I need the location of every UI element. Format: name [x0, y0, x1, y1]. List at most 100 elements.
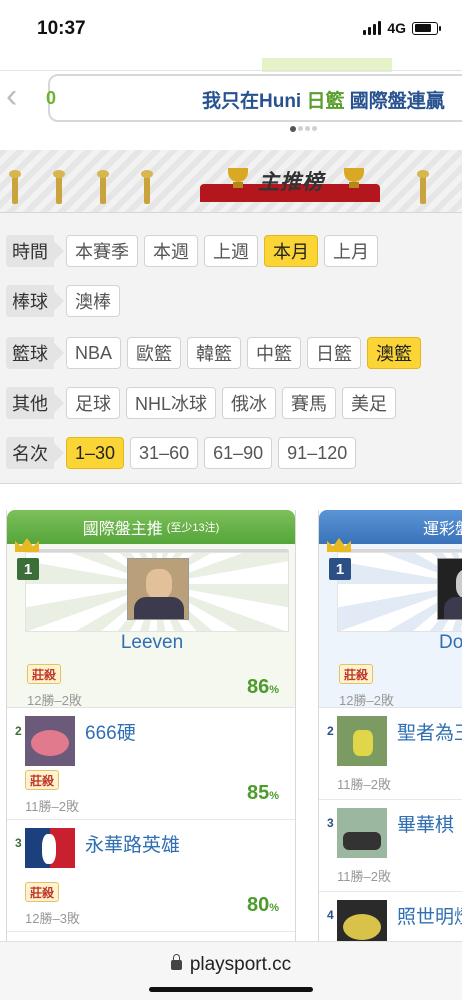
chip-soccer[interactable]: 足球	[66, 387, 120, 419]
lottery-column: 運彩盤主推 1 Do 莊殺 12勝–2敗 2 聖者為王 11勝–2敗 3 畢華棋…	[318, 510, 462, 941]
avatar[interactable]	[25, 716, 75, 766]
list-item[interactable]: 2 666硬 莊殺 11勝–2敗 85%	[7, 708, 295, 820]
win-loss-record: 11勝–2敗	[337, 869, 391, 884]
filter-row-baseball: 棒球 澳棒	[6, 285, 126, 317]
network-type: 4G	[387, 20, 406, 36]
filter-panel: 時間 本賽季 本週 上週 本月 上月 棒球 澳棒 籃球 NBA 歐籃 韓籃 中籃…	[0, 212, 462, 484]
chip-american-football[interactable]: 美足	[342, 387, 397, 419]
filter-label-other: 其他	[6, 387, 64, 419]
lottery-top-card[interactable]: 1 Do 莊殺 12勝–2敗	[319, 538, 462, 708]
chip-aus-basketball[interactable]: 澳籃	[367, 337, 422, 369]
filter-label-baseball: 棒球	[6, 285, 64, 317]
banner-text-c: 國際盤連贏	[349, 91, 445, 112]
top-user-name[interactable]: Do	[439, 632, 462, 654]
chip-euro-basketball[interactable]: 歐籃	[127, 337, 182, 369]
user-name[interactable]: 照世明燈	[397, 902, 462, 929]
list-item[interactable]: 3 永華路英雄 莊殺 12勝–3敗 80%	[7, 820, 295, 932]
lock-icon	[170, 954, 182, 970]
filter-row-time: 時間 本賽季 本週 上週 本月 上月	[6, 235, 384, 267]
mlb-logo-avatar[interactable]	[25, 828, 75, 878]
avatar[interactable]	[337, 900, 387, 941]
intl-top-card[interactable]: 1 Leeven 莊殺 12勝–2敗 86%	[7, 538, 297, 708]
rank-number: 4	[327, 908, 334, 922]
filter-row-rank: 名次 1–30 31–60 61–90 91–120	[6, 437, 362, 469]
chip-this-week[interactable]: 本週	[144, 235, 198, 267]
status-indicators: 4G	[363, 20, 441, 36]
home-indicator[interactable]	[149, 987, 313, 992]
chip-rank-31-60[interactable]: 31–60	[130, 437, 199, 469]
intl-header-title: 國際盤主推	[82, 521, 163, 538]
chip-this-month[interactable]: 本月	[264, 235, 318, 267]
chip-last-week[interactable]: 上週	[204, 235, 258, 267]
win-percentage: 86%	[246, 676, 279, 698]
win-percentage: 85%	[246, 782, 279, 804]
rank-number: 3	[327, 816, 334, 830]
win-percentage: 80%	[246, 894, 279, 916]
rank-badge: 1	[329, 558, 351, 580]
intl-column: 國際盤主推 (至少13注) 1 Leeven 莊殺 12勝–2敗 86% 2 6…	[6, 510, 296, 941]
chip-korea-basketball[interactable]: 韓籃	[187, 337, 242, 369]
banner-text-b: 日籃	[306, 91, 345, 112]
crown-icon	[15, 538, 43, 558]
battery-icon	[412, 21, 441, 35]
rank-number: 3	[15, 836, 22, 850]
chip-russia-hockey[interactable]: 俄冰	[222, 387, 277, 419]
user-name[interactable]: 666硬	[85, 718, 136, 745]
browser-address-bar[interactable]: playsport.cc	[0, 941, 462, 1000]
list-item[interactable]: 3 畢華棋 11勝–2敗	[319, 800, 462, 892]
avatar[interactable]	[337, 808, 387, 858]
banner-prev-strip	[0, 58, 462, 72]
chip-rank-61-90[interactable]: 61–90	[204, 437, 273, 469]
trophy-icon	[344, 168, 364, 190]
user-name[interactable]: 聖者為王	[397, 718, 462, 745]
status-badge: 莊殺	[25, 770, 60, 790]
chip-japan-basketball[interactable]: 日籃	[307, 337, 362, 369]
status-bar: 10:37 4G	[0, 0, 462, 58]
avatar[interactable]	[127, 558, 189, 620]
rank-number: 2	[15, 724, 22, 738]
section-header: 主推榜	[0, 150, 462, 212]
section-title: 主推榜	[258, 171, 324, 194]
filter-row-basketball: 籃球 NBA 歐籃 韓籃 中籃 日籃 澳籃	[6, 337, 427, 369]
signal-icon	[363, 21, 382, 35]
status-badge: 莊殺	[27, 664, 62, 684]
banner-card[interactable]: 0 我只在Huni 日籃 國際盤連贏	[46, 74, 462, 122]
chip-china-basketball[interactable]: 中籃	[247, 337, 302, 369]
status-badge: 莊殺	[339, 664, 374, 684]
address-url[interactable]: playsport.cc	[0, 954, 462, 976]
filter-label-basketball: 籃球	[6, 337, 64, 369]
carousel-prev-button[interactable]: ‹	[6, 78, 34, 118]
banner-carousel: ‹ 0 我只在Huni 日籃 國際盤連贏	[0, 58, 462, 150]
top-user-name[interactable]: Leeven	[7, 632, 297, 654]
ranking-area: 國際盤主推 (至少13注) 1 Leeven 莊殺 12勝–2敗 86% 2 6…	[0, 496, 462, 941]
status-time: 10:37	[37, 18, 86, 39]
chip-rank-1-30[interactable]: 1–30	[66, 437, 125, 469]
rank-badge: 1	[17, 558, 39, 580]
crown-icon	[327, 538, 355, 558]
chip-horse-racing[interactable]: 賽馬	[282, 387, 337, 419]
carousel-dots	[290, 126, 317, 132]
banner-text: 我只在Huni 日籃 國際盤連贏	[202, 86, 445, 113]
list-item[interactable]: 4 照世明燈	[319, 892, 462, 941]
filter-label-rank: 名次	[6, 437, 64, 469]
filter-row-other: 其他 足球 NHL冰球 俄冰 賽馬 美足	[6, 387, 402, 419]
win-loss-record: 11勝–2敗	[337, 777, 391, 792]
status-badge: 莊殺	[25, 882, 60, 902]
intl-header-note: (至少13注)	[166, 522, 220, 534]
user-name[interactable]: 永華路英雄	[85, 830, 180, 857]
chip-nhl[interactable]: NHL冰球	[126, 387, 217, 419]
avatar[interactable]	[437, 558, 462, 620]
intl-column-header[interactable]: 國際盤主推 (至少13注)	[7, 510, 295, 544]
win-loss-record: 11勝–2敗	[25, 799, 79, 814]
chip-rank-91-120[interactable]: 91–120	[278, 437, 357, 469]
chip-aus-baseball[interactable]: 澳棒	[66, 285, 120, 317]
banner-prefix: 0	[46, 88, 57, 108]
filter-label-time: 時間	[6, 235, 64, 267]
user-name[interactable]: 畢華棋	[397, 810, 454, 837]
chip-last-month[interactable]: 上月	[324, 235, 378, 267]
list-item[interactable]: 2 聖者為王 11勝–2敗	[319, 708, 462, 800]
banner-text-a: 我只在Huni	[202, 91, 302, 112]
chip-nba[interactable]: NBA	[66, 337, 122, 369]
avatar[interactable]	[337, 716, 387, 766]
chip-season[interactable]: 本賽季	[66, 235, 138, 267]
